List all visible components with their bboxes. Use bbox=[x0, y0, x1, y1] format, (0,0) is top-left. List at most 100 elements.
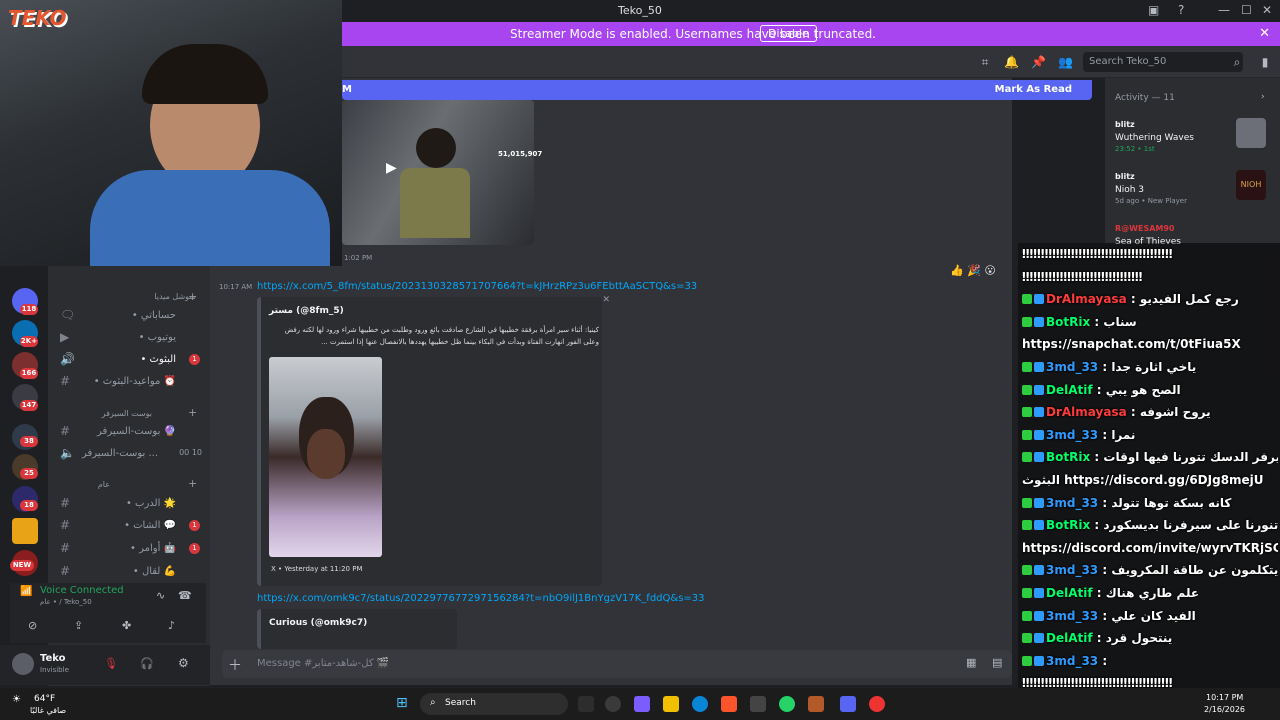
screen-share-icon[interactable]: ⇪ bbox=[74, 619, 83, 632]
channel-item[interactable]: # • مواعيد-البثوث ⏰ bbox=[58, 372, 206, 392]
soundboard-icon[interactable]: ♪ bbox=[168, 619, 175, 632]
channel-item[interactable]: # بوست-السيرفر 🔮 bbox=[58, 422, 206, 442]
camera-off-icon[interactable]: ⊘ bbox=[28, 619, 37, 632]
edge-icon[interactable] bbox=[692, 696, 708, 712]
close-icon[interactable]: ✕ bbox=[1262, 3, 1272, 17]
pin-icon[interactable]: 📌 bbox=[1031, 55, 1046, 69]
clock-time[interactable]: 10:17 PM bbox=[1206, 693, 1243, 702]
banner-close-icon[interactable]: ✕ bbox=[1259, 26, 1270, 41]
bookmark-icon[interactable]: ▮ bbox=[1258, 55, 1272, 69]
banner-text: Streamer Mode is enabled. Usernames have… bbox=[510, 27, 876, 41]
subscriber-badge-icon bbox=[1034, 520, 1044, 531]
channel-item[interactable]: # • لقال 💪 bbox=[58, 562, 206, 582]
tweet-link-1[interactable]: https://x.com/5_8fm/status/2023130328571… bbox=[257, 281, 697, 292]
search-icon: ⌕ bbox=[1233, 55, 1241, 69]
kick-badge-icon bbox=[1022, 497, 1032, 508]
kick-badge-icon bbox=[1022, 655, 1032, 666]
user-bar: Teko Invisible 🎙 🎧 ⚙ bbox=[0, 645, 210, 685]
channel-item[interactable]: 🔊 • البثوث 1 bbox=[58, 350, 206, 370]
channel-item[interactable]: ▶ • يوتيوب bbox=[58, 328, 206, 348]
settings-gear-icon[interactable]: ⚙ bbox=[178, 656, 189, 670]
person-body bbox=[400, 168, 470, 238]
message-time: 10:17 AM bbox=[219, 283, 253, 291]
obs-icon[interactable] bbox=[869, 696, 885, 712]
chat-username: BotRix bbox=[1046, 450, 1091, 465]
avatar[interactable] bbox=[12, 653, 34, 675]
task-view-icon[interactable] bbox=[578, 696, 594, 712]
streamer-hoodie bbox=[90, 170, 330, 266]
discord-icon[interactable] bbox=[840, 696, 856, 712]
chevron-right-icon[interactable]: › bbox=[1261, 92, 1265, 102]
video-thumbnail[interactable]: 51,015,907 ▶ bbox=[342, 100, 542, 245]
play-icon[interactable]: ▶ bbox=[386, 160, 397, 176]
chat-username: DelAtif bbox=[1046, 586, 1093, 600]
chat-message: 3md_33 : الفيد كان علي bbox=[1022, 609, 1278, 623]
taskbar-search-label: Search bbox=[445, 698, 476, 708]
headphones-icon[interactable]: 🎧 bbox=[140, 657, 154, 670]
app-icon[interactable] bbox=[605, 696, 621, 712]
embed2-author[interactable]: Curious (@omk9c7) bbox=[269, 618, 367, 628]
embed-close-icon[interactable]: ✕ bbox=[602, 295, 610, 305]
inbox-icon[interactable]: ▣ bbox=[1148, 3, 1159, 17]
embed-image[interactable] bbox=[269, 357, 382, 557]
weather-temp[interactable]: 64°F bbox=[34, 694, 55, 704]
embed-footer: X • Yesterday at 11:20 PM bbox=[271, 565, 363, 573]
message-composer[interactable]: ＋ Message #كل-شاهد-متابر 🎬 ▦ ▤ bbox=[222, 650, 1012, 678]
embed-author[interactable]: مستر (@8fm_5) bbox=[269, 306, 344, 316]
activity-item[interactable]: blitz Nioh 3 5d ago • New Player NIOH bbox=[1115, 170, 1270, 220]
clock-date[interactable]: 2/16/2026 bbox=[1204, 705, 1245, 714]
category-label[interactable]: بوست السيرفر bbox=[102, 409, 152, 418]
channel-item[interactable]: # • الدرب 🌟 bbox=[58, 494, 206, 514]
channel-item[interactable]: # • الشات 💬 1 bbox=[58, 516, 206, 536]
subscriber-badge-icon bbox=[1034, 384, 1044, 395]
channel-item[interactable]: 🗨 • حساباتي bbox=[58, 306, 206, 326]
activity-item[interactable]: blitz Wuthering Waves 23:52 • 1st bbox=[1115, 118, 1270, 168]
subscriber-badge-icon bbox=[1034, 655, 1044, 666]
voice-status[interactable]: Voice Connected bbox=[40, 585, 124, 596]
windows-start-icon[interactable]: ⊞ bbox=[396, 695, 408, 711]
activities-icon[interactable]: ✤ bbox=[122, 619, 131, 632]
gift-icon[interactable]: ▦ bbox=[966, 656, 976, 669]
reaction-bar[interactable]: 👍 🎉 😮 bbox=[950, 264, 996, 277]
help-icon[interactable]: ? bbox=[1178, 3, 1184, 17]
maximize-icon[interactable]: ☐ bbox=[1241, 3, 1252, 17]
store-icon[interactable] bbox=[750, 696, 766, 712]
file-explorer-icon[interactable] bbox=[663, 696, 679, 712]
taskbar-search[interactable]: ⌕ Search bbox=[420, 693, 568, 715]
add-attachment-icon[interactable]: ＋ bbox=[228, 655, 242, 675]
channel-item[interactable]: 🔈 بوست-السيرفر ... 00 10 bbox=[58, 444, 206, 464]
kick-badge-icon bbox=[1022, 294, 1032, 305]
search-input[interactable]: Search Teko_50 bbox=[1083, 52, 1243, 72]
disable-button[interactable]: Disable bbox=[760, 25, 817, 42]
voice-channel[interactable]: عام • / Teko_50 bbox=[40, 598, 92, 606]
new-messages-bar[interactable]: M Mark As Read bbox=[342, 80, 1092, 100]
whatsapp-icon[interactable] bbox=[779, 696, 795, 712]
channel-icon: 🔊 bbox=[60, 352, 75, 366]
mic-muted-icon[interactable]: 🎙 bbox=[104, 657, 118, 670]
add-channel-icon[interactable]: + bbox=[188, 477, 197, 490]
chat-message: https://snapchat.com/t/0tFiua5X bbox=[1022, 337, 1241, 352]
add-channel-icon[interactable]: + bbox=[188, 406, 197, 419]
noise-suppression-icon[interactable]: ∿ bbox=[156, 589, 165, 602]
disconnect-icon[interactable]: ☎ bbox=[178, 589, 192, 602]
speaker-icon: 🔈 bbox=[60, 446, 75, 460]
chat-text: : ينتحول قرد bbox=[1092, 631, 1173, 646]
app-icon[interactable] bbox=[808, 696, 824, 712]
server-icon[interactable] bbox=[12, 518, 38, 544]
gif-icon[interactable]: ▤ bbox=[992, 656, 1002, 669]
members-icon[interactable]: 👥 bbox=[1058, 55, 1073, 69]
mark-as-read-button[interactable]: Mark As Read bbox=[995, 84, 1072, 95]
bell-icon[interactable]: 🔔 bbox=[1004, 55, 1019, 69]
channel-item[interactable]: # • أوامر 🤖 1 bbox=[58, 539, 206, 559]
message-input[interactable]: Message #كل-شاهد-متابر 🎬 bbox=[257, 658, 389, 669]
threads-icon[interactable]: ⌗ bbox=[978, 55, 992, 69]
category-label[interactable]: عام bbox=[98, 480, 110, 489]
brave-icon[interactable] bbox=[721, 696, 737, 712]
tweet-link-2[interactable]: https://x.com/omk9c7/status/202297767729… bbox=[257, 593, 705, 604]
chat-message: DrAlmayasa : يروح اشوفه bbox=[1022, 405, 1278, 419]
copilot-icon[interactable] bbox=[634, 696, 650, 712]
server-badge: 166 bbox=[20, 368, 38, 379]
add-channel-icon[interactable]: + bbox=[188, 290, 197, 303]
minimize-icon[interactable]: — bbox=[1218, 3, 1230, 17]
kick-badge-icon bbox=[1022, 452, 1032, 463]
